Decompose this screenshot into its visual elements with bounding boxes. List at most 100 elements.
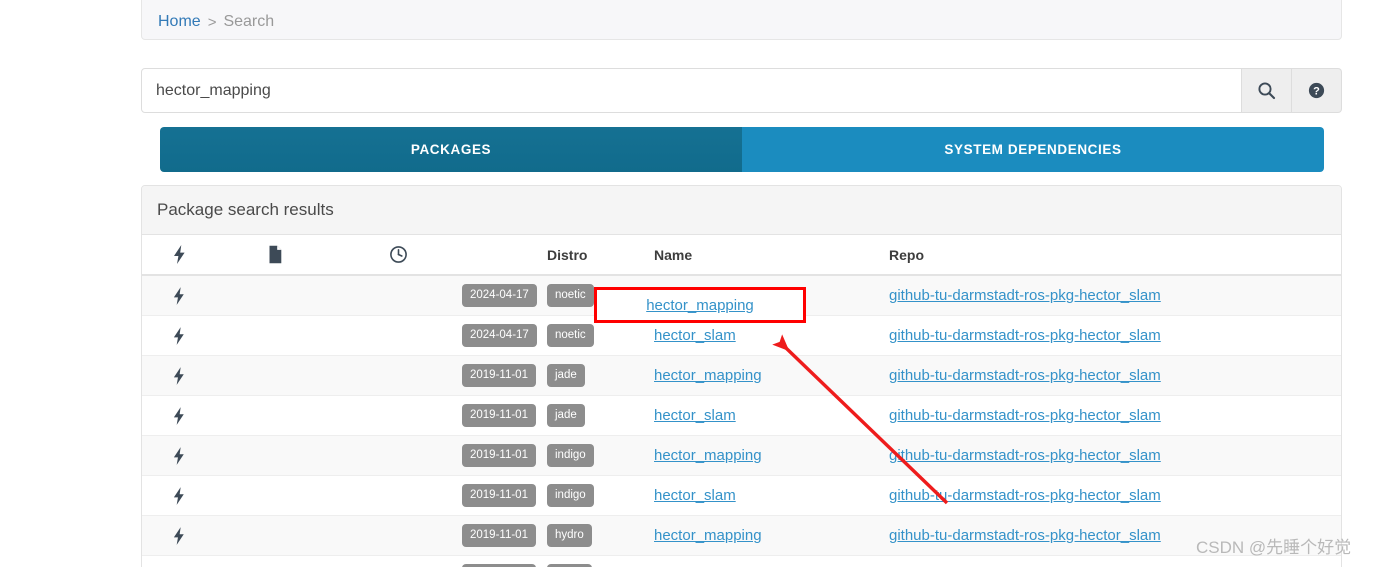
distro-badge: noetic xyxy=(547,283,594,308)
repo-link[interactable]: github-tu-darmstadt-ros-pkg-hector_slam xyxy=(889,287,1161,304)
row-name-cell: hector_slam xyxy=(654,395,889,436)
results-table: Distro Name Repo 2024-04-17 noetic hector_… xyxy=(142,235,1341,567)
breadcrumb-separator: > xyxy=(207,14,217,31)
row-bolt-cell[interactable] xyxy=(142,355,216,396)
row-date-cell: 2019-11-01 xyxy=(462,515,547,556)
row-clock-cell xyxy=(334,435,462,476)
column-header-bolt[interactable] xyxy=(142,235,216,276)
row-bolt-cell[interactable] xyxy=(142,555,216,567)
document-icon xyxy=(216,245,334,264)
row-date-cell: 2024-04-17 xyxy=(462,315,547,356)
breadcrumb: Home > Search xyxy=(141,0,1342,40)
repo-link[interactable]: github-tu-darmstadt-ros-pkg-hector_slam xyxy=(889,527,1161,544)
row-document-cell xyxy=(216,355,334,396)
row-document-cell xyxy=(216,395,334,436)
row-bolt-cell[interactable] xyxy=(142,315,216,356)
row-name-cell: hector_mapping xyxy=(654,515,889,556)
breadcrumb-home-link[interactable]: Home xyxy=(158,13,201,31)
lightning-bolt-icon xyxy=(142,486,216,505)
row-clock-cell xyxy=(334,555,462,567)
lightning-bolt-icon xyxy=(142,366,216,385)
row-date-cell: 2019-11-01 xyxy=(462,435,547,476)
package-link[interactable]: hector_slam xyxy=(654,327,736,344)
svg-text:?: ? xyxy=(1313,86,1320,98)
repo-link[interactable]: github-tu-darmstadt-ros-pkg-hector_slam xyxy=(889,487,1161,504)
row-repo-cell: github-tu-darmstadt-ros-pkg-hector_slam xyxy=(889,475,1341,516)
row-distro-cell: indigo xyxy=(547,475,654,516)
row-repo-cell: github-tu-darmstadt-ros-pkg-hector_slam xyxy=(889,395,1341,436)
search-button[interactable] xyxy=(1242,68,1292,113)
column-header-repo[interactable]: Repo xyxy=(889,235,1341,276)
row-bolt-cell[interactable] xyxy=(142,475,216,516)
lightning-bolt-icon xyxy=(142,326,216,345)
row-date-cell: 2019-11-01 xyxy=(462,555,547,567)
row-document-cell xyxy=(216,515,334,556)
row-date-cell: 2019-11-01 xyxy=(462,395,547,436)
tab-packages[interactable]: PACKAGES xyxy=(160,127,742,172)
repo-link[interactable]: github-tu-darmstadt-ros-pkg-hector_slam xyxy=(889,447,1161,464)
package-link[interactable]: hector_slam xyxy=(654,407,736,424)
row-document-cell xyxy=(216,274,334,316)
result-tabs: PACKAGES SYSTEM DEPENDENCIES xyxy=(160,127,1324,172)
repo-link[interactable]: github-tu-darmstadt-ros-pkg-hector_slam xyxy=(889,327,1161,344)
row-bolt-cell[interactable] xyxy=(142,515,216,556)
row-document-cell xyxy=(216,555,334,567)
clock-icon xyxy=(334,245,462,264)
package-link[interactable]: hector_slam xyxy=(654,487,736,504)
distro-badge: jade xyxy=(547,363,585,388)
search-input[interactable] xyxy=(141,68,1242,113)
row-clock-cell xyxy=(334,475,462,516)
lightning-bolt-icon xyxy=(142,286,216,305)
row-bolt-cell[interactable] xyxy=(142,435,216,476)
tab-packages-label: PACKAGES xyxy=(410,142,492,157)
package-link-highlighted[interactable]: hector_mapping xyxy=(646,297,754,314)
package-link[interactable]: hector_mapping xyxy=(654,447,762,464)
tab-system-dependencies[interactable]: SYSTEM DEPENDENCIES xyxy=(742,127,1324,172)
row-repo-cell: github-tu-darmstadt-ros-pkg-hector_slam xyxy=(889,274,1341,316)
distro-badge: jade xyxy=(547,403,585,428)
row-distro-cell: indigo xyxy=(547,435,654,476)
lightning-bolt-icon xyxy=(142,526,216,545)
row-bolt-cell[interactable] xyxy=(142,395,216,436)
results-table-head: Distro Name Repo xyxy=(142,235,1341,276)
distro-badge: noetic xyxy=(547,323,594,348)
distro-badge: indigo xyxy=(547,483,594,508)
package-link[interactable]: hector_mapping xyxy=(654,527,762,544)
row-date-cell: 2019-11-01 xyxy=(462,355,547,396)
search-results-page: Home > Search ? PACKAGES xyxy=(0,0,1384,567)
distro-badge: indigo xyxy=(547,443,594,468)
date-badge: 2019-11-01 xyxy=(462,483,536,508)
panel-title-text: Package search results xyxy=(157,200,334,219)
column-header-distro[interactable]: Distro xyxy=(547,235,654,276)
lightning-bolt-icon xyxy=(142,245,216,264)
row-clock-cell xyxy=(334,515,462,556)
table-row: 2019-11-01hydrohector_slamgithub-tu-darm… xyxy=(142,555,1341,567)
row-document-cell xyxy=(216,315,334,356)
table-row: 2019-11-01 hydro hector_mapping github-tu-d… xyxy=(142,515,1341,556)
results-panel: Package search results Distro Name Repo … xyxy=(141,185,1342,567)
search-bar: ? xyxy=(141,68,1342,113)
date-badge: 2019-11-01 xyxy=(462,403,536,428)
date-badge: 2019-11-01 xyxy=(462,443,536,468)
column-header-document[interactable] xyxy=(216,235,334,276)
row-clock-cell xyxy=(334,355,462,396)
row-distro-cell: jade xyxy=(547,355,654,396)
row-clock-cell xyxy=(334,395,462,436)
row-clock-cell xyxy=(334,315,462,356)
package-link[interactable]: hector_mapping xyxy=(654,367,762,384)
table-row: 2019-11-01 indigo hector_mapping github-tu-… xyxy=(142,435,1341,476)
repo-link[interactable]: github-tu-darmstadt-ros-pkg-hector_slam xyxy=(889,367,1161,384)
watermark: CSDN @先睡个好觉 xyxy=(1196,538,1352,557)
repo-link[interactable]: github-tu-darmstadt-ros-pkg-hector_slam xyxy=(889,407,1161,424)
column-header-date[interactable] xyxy=(462,235,547,276)
row-name-cell: hector_slam xyxy=(654,555,889,567)
column-header-name[interactable]: Name xyxy=(654,235,889,276)
row-bolt-cell[interactable] xyxy=(142,274,216,316)
help-button[interactable]: ? xyxy=(1292,68,1342,113)
column-header-clock[interactable] xyxy=(334,235,462,276)
row-date-cell: 2024-04-17 xyxy=(462,274,547,316)
table-header-row: Distro Name Repo xyxy=(142,235,1341,276)
row-distro-cell: jade xyxy=(547,395,654,436)
row-repo-cell: github-tu-darmstadt-ros-pkg-hector_slam xyxy=(889,355,1341,396)
row-distro-cell: hydro xyxy=(547,515,654,556)
